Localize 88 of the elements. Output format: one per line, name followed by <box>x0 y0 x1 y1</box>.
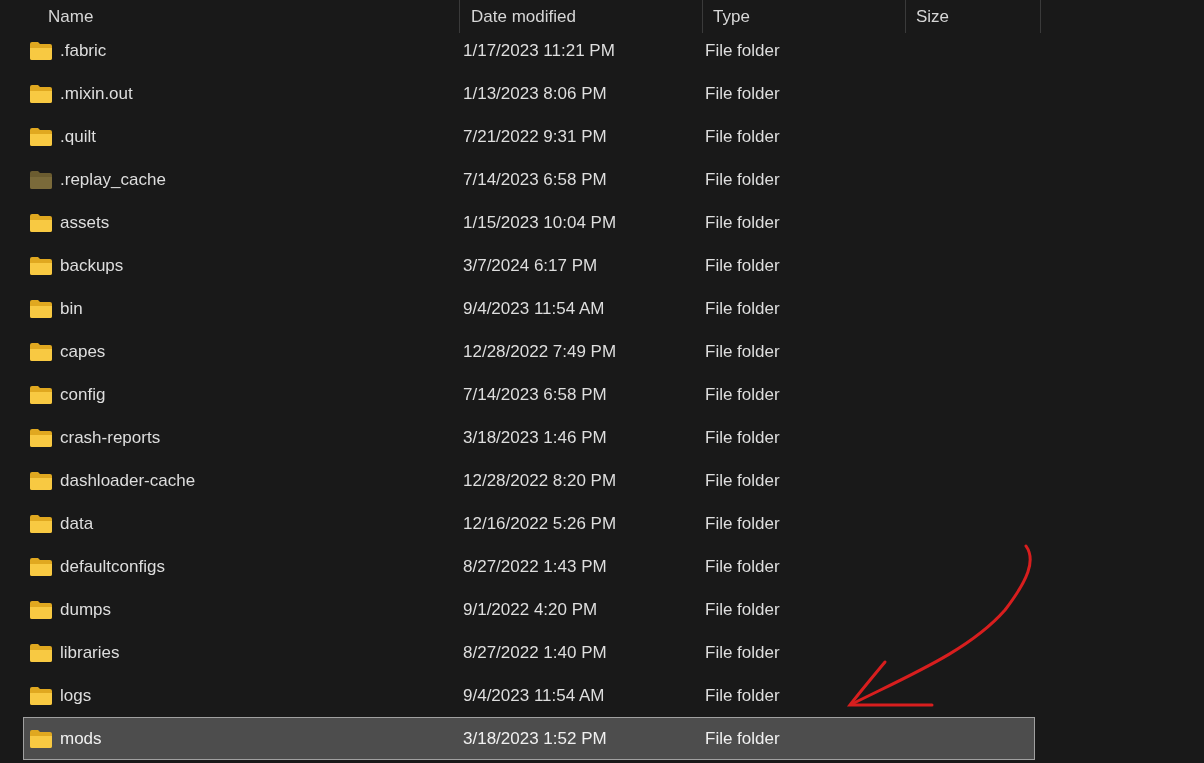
date-modified: 3/7/2024 6:17 PM <box>463 254 599 277</box>
file-name: defaultconfigs <box>60 555 166 578</box>
file-row[interactable]: defaultconfigs 8/27/2022 1:43 PM File folder <box>23 545 1035 588</box>
file-type: File folder <box>705 297 780 320</box>
date-modified: 1/13/2023 8:06 PM <box>463 82 608 105</box>
folder-icon <box>30 256 52 275</box>
folder-icon <box>30 342 52 361</box>
file-row[interactable]: mods 3/18/2023 1:52 PM File folder <box>23 717 1035 760</box>
file-type: File folder <box>705 82 780 105</box>
date-modified: 12/16/2022 5:26 PM <box>463 512 618 535</box>
folder-icon <box>30 514 52 533</box>
folder-icon <box>30 41 52 60</box>
date-modified: 12/28/2022 8:20 PM <box>463 469 618 492</box>
date-modified: 3/18/2023 1:52 PM <box>463 727 608 750</box>
file-name: .replay_cache <box>60 168 167 191</box>
file-row[interactable]: backups 3/7/2024 6:17 PM File folder <box>23 244 1035 287</box>
file-type: File folder <box>705 383 780 406</box>
date-modified: 7/14/2023 6:58 PM <box>463 383 608 406</box>
file-name: bin <box>60 297 84 320</box>
file-name: capes <box>60 340 107 363</box>
file-type: File folder <box>705 39 780 62</box>
file-row[interactable]: .replay_cache 7/14/2023 6:58 PM File folder <box>23 158 1035 201</box>
folder-icon <box>30 471 52 490</box>
file-name: logs <box>60 684 93 707</box>
date-modified: 9/4/2023 11:54 AM <box>463 297 606 320</box>
file-type: File folder <box>705 168 780 191</box>
file-type: File folder <box>705 211 780 234</box>
file-row[interactable]: crash-reports 3/18/2023 1:46 PM File folder <box>23 416 1035 459</box>
folder-icon <box>30 643 52 662</box>
file-name: .quilt <box>60 125 97 148</box>
file-row[interactable]: dumps 9/1/2022 4:20 PM File folder <box>23 588 1035 631</box>
date-modified: 9/4/2023 11:54 AM <box>463 684 606 707</box>
folder-icon <box>30 729 52 748</box>
file-row[interactable]: assets 1/15/2023 10:04 PM File folder <box>23 201 1035 244</box>
folder-icon <box>30 299 52 318</box>
date-modified: 7/21/2022 9:31 PM <box>463 125 608 148</box>
file-type: File folder <box>705 684 780 707</box>
file-type: File folder <box>705 598 780 621</box>
column-header[interactable]: Name <box>0 0 460 33</box>
folder-icon <box>30 84 52 103</box>
folder-icon <box>30 385 52 404</box>
folder-icon <box>30 686 52 705</box>
file-row[interactable]: dashloader-cache 12/28/2022 8:20 PM File folder <box>23 459 1035 502</box>
date-modified: 7/14/2023 6:58 PM <box>463 168 608 191</box>
file-row[interactable]: config 7/14/2023 6:58 PM File folder <box>23 373 1035 416</box>
file-name: .mixin.out <box>60 82 134 105</box>
file-type: File folder <box>705 426 780 449</box>
date-modified: 1/17/2023 11:21 PM <box>463 39 616 62</box>
file-name: .fabric <box>60 39 108 62</box>
file-type: File folder <box>705 555 780 578</box>
folder-icon <box>30 557 52 576</box>
date-modified: 9/1/2022 4:20 PM <box>463 598 599 621</box>
file-name: crash-reports <box>60 426 162 449</box>
folder-icon <box>30 428 52 447</box>
folder-icon <box>30 127 52 146</box>
file-name: data <box>60 512 95 535</box>
folder-icon <box>30 170 52 189</box>
date-modified: 8/27/2022 1:43 PM <box>463 555 608 578</box>
file-type: File folder <box>705 469 780 492</box>
file-name: dashloader-cache <box>60 469 197 492</box>
file-type: File folder <box>705 254 780 277</box>
file-row[interactable]: bin 9/4/2023 11:54 AM File folder <box>23 287 1035 330</box>
date-modified: 3/18/2023 1:46 PM <box>463 426 608 449</box>
file-name: libraries <box>60 641 121 664</box>
file-row[interactable]: .quilt 7/21/2022 9:31 PM File folder <box>23 115 1035 158</box>
file-row[interactable]: data 12/16/2022 5:26 PM File folder <box>23 502 1035 545</box>
column-header[interactable]: Size <box>906 0 1041 33</box>
file-type: File folder <box>705 727 780 750</box>
folder-icon <box>30 213 52 232</box>
file-name: dumps <box>60 598 113 621</box>
file-name: mods <box>60 727 103 750</box>
column-header[interactable]: Type <box>703 0 906 33</box>
folder-icon <box>30 600 52 619</box>
file-row[interactable]: libraries 8/27/2022 1:40 PM File folder <box>23 631 1035 674</box>
file-type: File folder <box>705 340 780 363</box>
date-modified: 8/27/2022 1:40 PM <box>463 641 608 664</box>
file-row[interactable]: capes 12/28/2022 7:49 PM File folder <box>23 330 1035 373</box>
file-row[interactable]: .mixin.out 1/13/2023 8:06 PM File folder <box>23 72 1035 115</box>
file-type: File folder <box>705 641 780 664</box>
column-header[interactable]: Date modified <box>460 0 703 33</box>
date-modified: 12/28/2022 7:49 PM <box>463 340 618 363</box>
file-name: assets <box>60 211 111 234</box>
file-row[interactable]: logs 9/4/2023 11:54 AM File folder <box>23 674 1035 717</box>
date-modified: 1/15/2023 10:04 PM <box>463 211 618 234</box>
file-type: File folder <box>705 125 780 148</box>
file-type: File folder <box>705 512 780 535</box>
file-name: config <box>60 383 107 406</box>
file-name: backups <box>60 254 125 277</box>
